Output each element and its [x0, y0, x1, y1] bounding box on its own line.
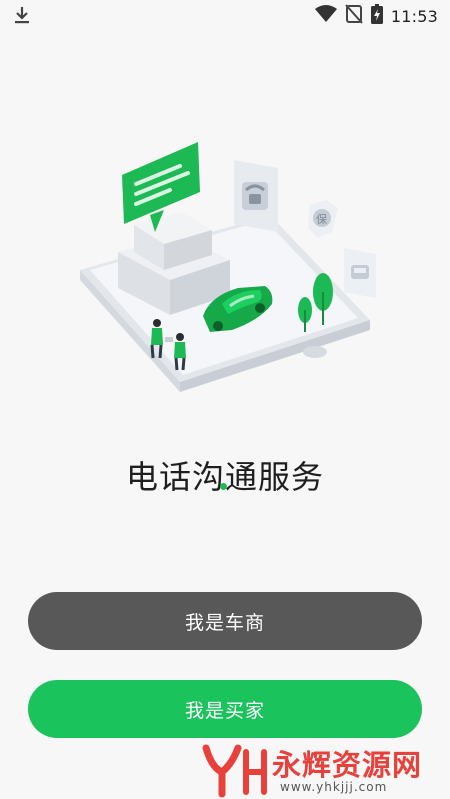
watermark-logo-icon	[202, 744, 267, 798]
watermark-url: www.yhkjjj.com	[280, 780, 388, 794]
dealer-button[interactable]: 我是车商	[28, 592, 422, 650]
clock: 11:53	[390, 6, 438, 26]
buyer-button[interactable]: 我是买家	[28, 680, 422, 738]
watermark: 永辉资源网 www.yhkjjj.com	[200, 738, 450, 798]
no-signal-icon	[345, 4, 363, 28]
page-indicator-dot	[220, 483, 227, 490]
svg-text:保: 保	[316, 212, 327, 226]
hero-illustration: 保	[60, 120, 390, 410]
status-bar: 11:53	[0, 0, 450, 30]
battery-icon	[370, 4, 383, 28]
download-icon	[12, 5, 32, 29]
telephone-icon	[234, 160, 278, 232]
page-title: 电话沟通服务	[125, 458, 324, 496]
watermark-text: 永辉资源网	[272, 748, 423, 782]
shield-icon: 保	[308, 200, 338, 238]
wifi-icon	[314, 5, 337, 27]
car-badge-icon	[344, 248, 376, 298]
